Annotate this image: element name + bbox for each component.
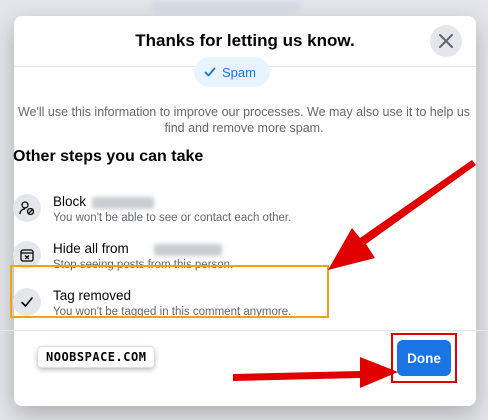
step-block[interactable]: Block You won't be able to see or contac… (13, 192, 333, 232)
watermark: NOOBSPACE.COM (38, 347, 155, 367)
redacted-name (92, 197, 154, 209)
close-icon (439, 34, 453, 48)
step-title-hide-all: Hide all from (53, 241, 129, 256)
checkmark-icon (204, 67, 216, 77)
block-user-icon (13, 194, 41, 222)
spam-chip: Spam (194, 57, 270, 87)
background-blur (150, 0, 300, 12)
step-title-block: Block (53, 194, 87, 209)
dialog-title: Thanks for letting us know. (135, 31, 355, 50)
highlight-box (10, 265, 329, 318)
chip-label: Spam (222, 64, 256, 80)
step-subtitle-block: You won't be able to see or contact each… (53, 212, 292, 224)
section-title: Other steps you can take (13, 148, 204, 165)
info-text: We'll use this information to improve ou… (17, 105, 471, 135)
redacted-name (154, 244, 222, 256)
close-button[interactable] (430, 25, 462, 57)
done-button[interactable]: Done (397, 340, 451, 376)
